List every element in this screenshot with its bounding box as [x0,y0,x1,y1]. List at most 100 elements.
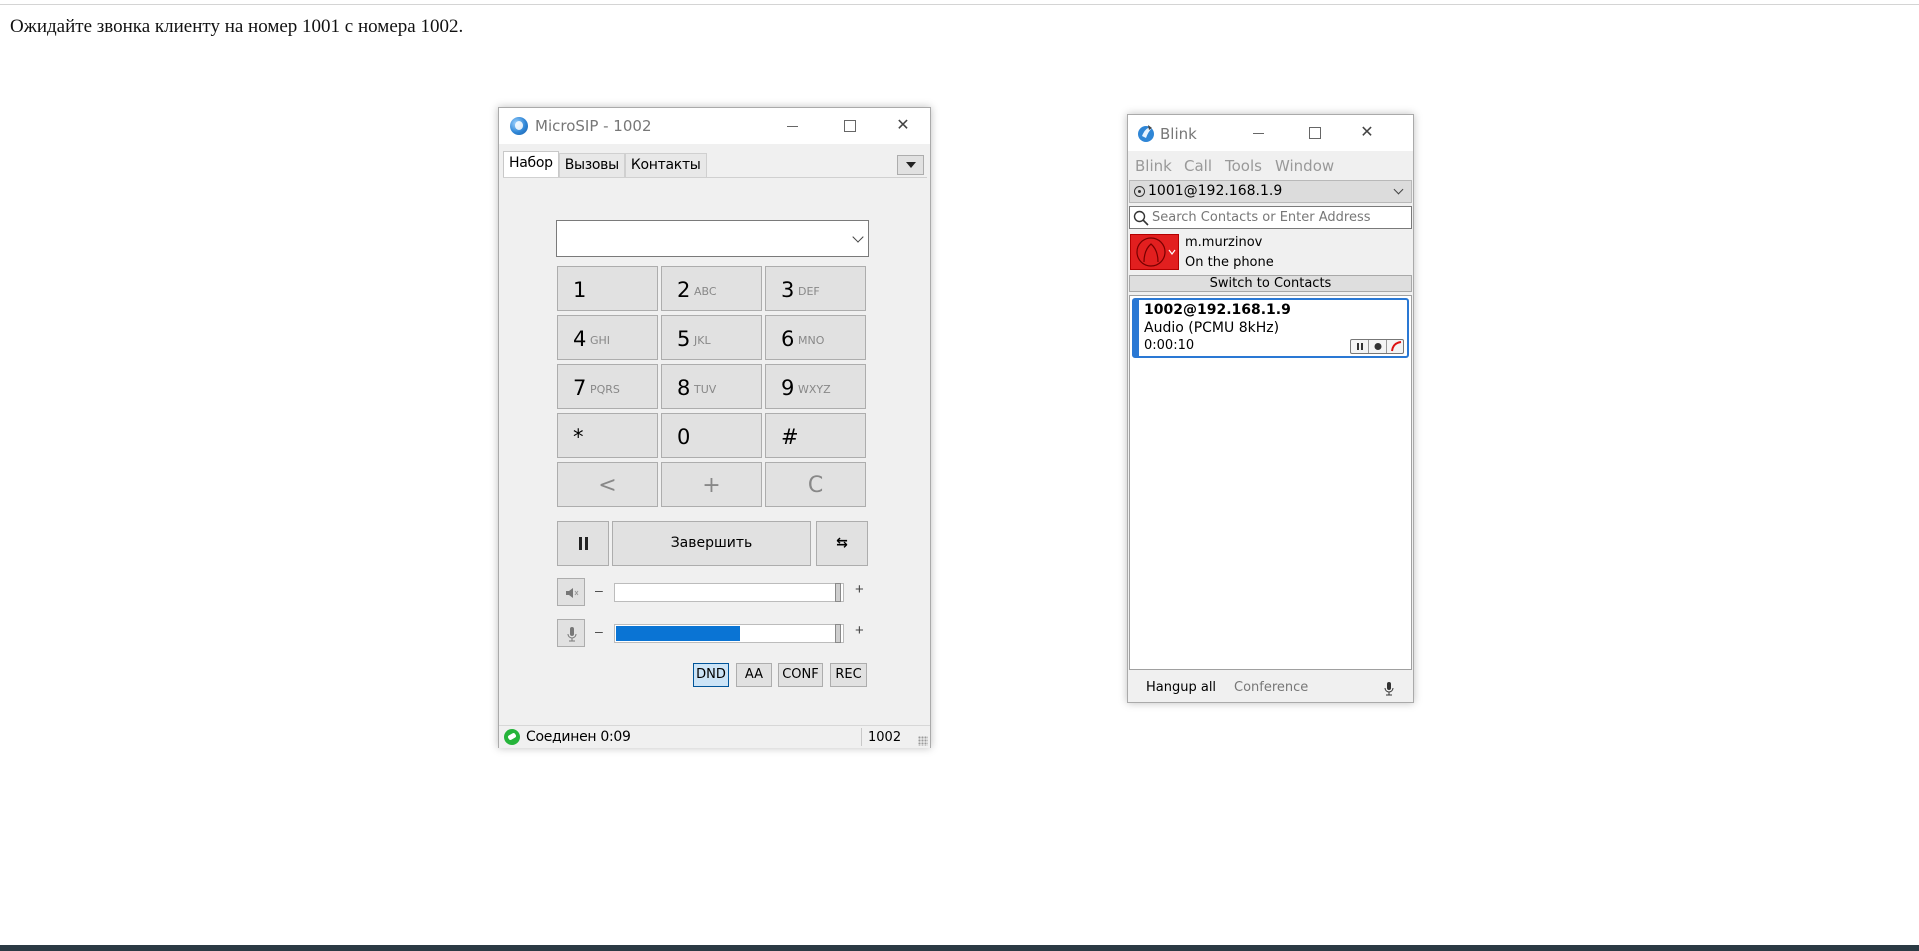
menu-window[interactable]: Window [1275,157,1334,175]
chevron-down-icon[interactable] [852,231,864,243]
account-address: 1001@192.168.1.9 [1148,183,1283,199]
hangup-button[interactable]: Завершить [612,521,811,566]
mic-plus: + [855,622,864,639]
status-bar: Соединен 0:09 1002 [499,725,930,748]
session-codec: Audio (PCMU 8kHz) [1144,320,1280,336]
hold-button[interactable] [1351,340,1369,353]
key-2[interactable]: 2 ABC [661,266,762,311]
key-5[interactable]: 5 JKL [661,315,762,360]
key-0[interactable]: 0 [661,413,762,458]
hangup-button[interactable] [1387,340,1405,353]
hangup-all-button[interactable]: Hangup all [1146,680,1216,695]
record-icon [1374,343,1382,350]
blink-titlebar[interactable]: Blink ✕ [1128,115,1413,151]
blink-menubar: Blink Call Tools Window [1128,157,1413,177]
transfer-button[interactable]: ⇆ [816,521,868,566]
session-address: 1002@192.168.1.9 [1144,302,1291,318]
microphone-icon[interactable] [1382,681,1396,696]
switch-to-contacts-button[interactable]: Switch to Contacts [1129,275,1412,292]
key-3[interactable]: 3 DEF [765,266,866,311]
call-status: Соединен 0:09 [526,729,631,745]
key-7[interactable]: 7 PQRS [557,364,658,409]
close-button[interactable]: ✕ [880,108,926,144]
tab-dial[interactable]: Набор [503,151,559,177]
microphone-icon [567,627,577,642]
key-4[interactable]: 4 GHI [557,315,658,360]
mic-volume-row: – + [557,619,868,647]
account-status-icon [1134,186,1145,197]
blink-app-icon [1138,125,1154,142]
search-icon [1133,210,1149,226]
user-avatar-icon [1136,237,1176,267]
hangup-icon [1391,341,1402,352]
speaker-volume-slider[interactable] [614,583,844,602]
maximize-button[interactable] [1291,115,1337,151]
main-menu-dropdown-button[interactable] [897,155,924,175]
blink-footer: Hangup all Conference [1128,673,1413,703]
plus-key[interactable]: + [661,462,762,507]
maximize-button[interactable] [826,108,872,144]
active-session[interactable]: 1002@192.168.1.9 Audio (PCMU 8kHz) 0:00:… [1132,298,1409,358]
minimize-button[interactable] [769,108,815,144]
microsip-app-icon [510,117,528,135]
volume-plus: + [855,581,864,598]
resize-grip-icon[interactable] [918,736,928,746]
speaker-mute-button[interactable] [557,578,585,606]
transfer-icon: ⇆ [836,535,848,551]
conference-toggle[interactable]: CONF [778,663,823,687]
mic-volume-thumb[interactable] [835,624,841,643]
blink-title: Blink [1160,125,1197,143]
menu-tools[interactable]: Tools [1225,157,1262,175]
tab-calls[interactable]: Вызовы [558,153,625,177]
avatar[interactable] [1130,234,1179,270]
key-9[interactable]: 9 WXYZ [765,364,866,409]
record-toggle[interactable]: REC [830,663,867,687]
speaker-volume-row: – + [557,578,868,606]
user-name: m.murzinov [1185,235,1263,250]
taskbar-edge [0,945,1919,951]
mic-volume-fill [616,626,740,641]
minimize-button[interactable] [1235,115,1281,151]
tab-contacts[interactable]: Контакты [624,153,707,177]
volume-minus: – [595,582,603,598]
menu-call[interactable]: Call [1184,157,1212,175]
status-extension: 1002 [868,730,902,745]
dial-number-combobox[interactable] [556,220,869,257]
session-accent-bar [1134,300,1139,356]
pause-icon [1357,343,1363,350]
key-6[interactable]: 6 MNO [765,315,866,360]
connected-phone-icon [504,729,520,745]
user-presence[interactable]: On the phone [1185,255,1274,270]
menu-blink[interactable]: Blink [1135,157,1172,175]
session-duration: 0:00:10 [1144,338,1195,353]
hold-button[interactable] [557,521,609,566]
account-selector[interactable]: 1001@192.168.1.9 [1129,180,1412,203]
pause-icon [578,536,588,550]
mic-minus: – [595,623,603,639]
tab-divider [503,177,927,178]
mic-volume-slider[interactable] [614,624,844,643]
key-star[interactable]: * [557,413,658,458]
mic-mute-button[interactable] [557,619,585,647]
search-input[interactable] [1152,209,1407,226]
chevron-down-icon[interactable] [1393,184,1404,195]
key-1[interactable]: 1 [557,266,658,311]
session-list: 1002@192.168.1.9 Audio (PCMU 8kHz) 0:00:… [1129,295,1412,670]
close-button[interactable]: ✕ [1344,115,1390,151]
auto-answer-toggle[interactable]: AA [736,663,772,687]
blink-window: Blink ✕ Blink Call Tools Window 1001@192… [1127,114,1414,703]
speaker-icon [566,588,579,598]
status-divider [861,728,862,746]
dnd-toggle[interactable]: DND [693,663,729,687]
microsip-titlebar[interactable]: MicroSIP - 1002 ✕ [499,108,930,144]
key-hash[interactable]: # [765,413,866,458]
microsip-title: MicroSIP - 1002 [535,117,652,135]
key-8[interactable]: 8 TUV [661,364,762,409]
instruction-text: Ожидайте звонка клиенту на номер 1001 с … [10,16,464,37]
speaker-volume-thumb[interactable] [835,583,841,602]
clear-key[interactable]: C [765,462,866,507]
record-button[interactable] [1369,340,1387,353]
conference-button[interactable]: Conference [1234,680,1308,695]
backspace-key[interactable]: < [557,462,658,507]
search-box[interactable] [1129,206,1412,229]
